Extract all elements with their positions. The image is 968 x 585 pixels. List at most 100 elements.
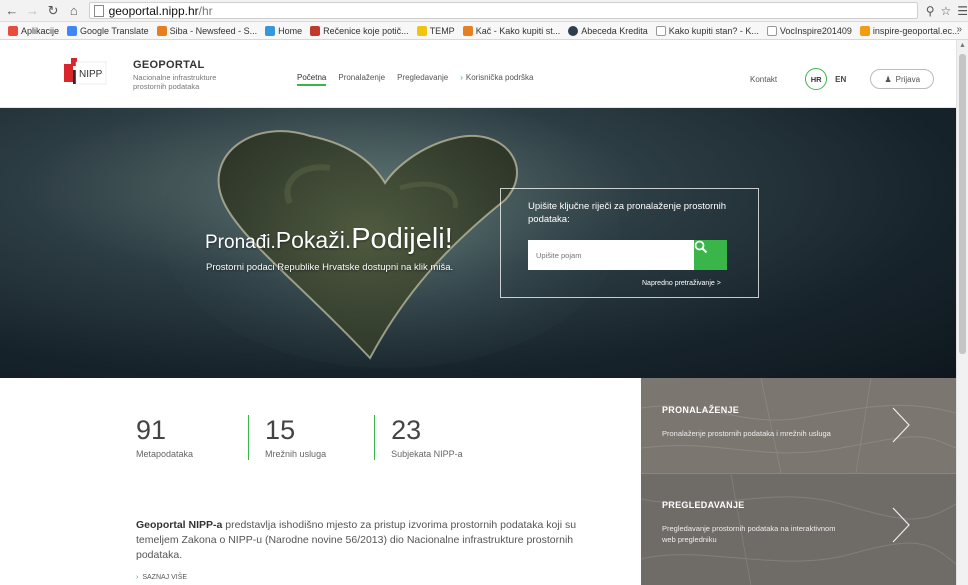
home-icon[interactable]: ⌂ xyxy=(65,2,83,20)
scroll-thumb[interactable] xyxy=(959,54,966,354)
bookmark-item[interactable]: Abeceda Kredita xyxy=(568,25,648,36)
panel-pronalazenje[interactable]: PRONALAŽENJE Pronalaženje prostornih pod… xyxy=(641,378,956,473)
url-host: geoportal.nipp.hr xyxy=(108,3,199,18)
kontakt-link[interactable]: Kontakt xyxy=(750,75,777,84)
feature-panels: PRONALAŽENJE Pronalaženje prostornih pod… xyxy=(641,378,956,585)
hero-title-word1: Pronađi. xyxy=(205,232,276,253)
hero-subtitle: Prostorni podaci Republike Hrvatske dost… xyxy=(206,262,454,273)
page-icon xyxy=(655,25,666,36)
zoom-icon[interactable]: ⚲ xyxy=(926,4,935,18)
bookmark-label: Kako kupiti stan? - K... xyxy=(668,25,759,36)
r-icon xyxy=(310,25,321,36)
nipp-logo[interactable]: NIPP xyxy=(64,56,108,92)
stat-metapodataka: 91 Metapodataka xyxy=(136,415,250,460)
folder-icon xyxy=(416,25,427,36)
scrollbar[interactable]: ▲ xyxy=(956,40,968,585)
more-bookmarks-icon[interactable]: » xyxy=(956,24,962,35)
lang-en-button[interactable]: EN xyxy=(835,75,846,84)
heart-island-image xyxy=(160,108,620,368)
bookmark-item[interactable]: Home xyxy=(265,25,303,36)
stat-label: Metapodataka xyxy=(136,449,194,459)
back-icon[interactable]: ← xyxy=(3,2,21,20)
bookmark-item[interactable]: Rečenice koje potič... xyxy=(310,25,409,36)
login-label: Prijava xyxy=(895,74,921,84)
brand-title: GEOPORTAL xyxy=(133,59,205,71)
panel-text: Pregledavanje prostornih podataka na int… xyxy=(662,524,836,544)
home-bookmark-icon xyxy=(265,25,276,36)
hero-title: Pronađi.Pokaži.Podijeli! xyxy=(205,223,453,256)
hero-title-word3: Podijeli! xyxy=(351,223,453,255)
nav-korisnicka-podrska[interactable]: › Korisnička podrška xyxy=(460,73,533,86)
bookmark-label: Kač - Kako kupiti st... xyxy=(475,25,561,36)
abeceda-icon xyxy=(568,25,579,36)
read-more-label: SAZNAJ VIŠE xyxy=(142,574,188,581)
chevron-right-icon: › xyxy=(136,574,139,581)
page-icon xyxy=(93,4,104,17)
forward-icon[interactable]: → xyxy=(24,2,42,20)
star-icon[interactable]: ☆ xyxy=(940,4,951,18)
bookmark-label: Abeceda Kredita xyxy=(581,25,648,36)
nav-pocetna[interactable]: Početna xyxy=(297,73,327,86)
chevron-right-icon: › xyxy=(460,73,463,82)
translate-icon xyxy=(67,25,78,36)
bookmark-item[interactable]: Google Translate xyxy=(67,25,149,36)
user-icon: ♟ xyxy=(884,74,892,84)
page-icon xyxy=(766,25,777,36)
svg-text:NIPP: NIPP xyxy=(79,69,103,80)
stat-label: Subjekata NIPP-a xyxy=(391,449,463,459)
chevron-right-icon xyxy=(892,407,910,443)
login-button[interactable]: ♟ Prijava xyxy=(870,69,935,89)
panel-title: PRONALAŽENJE xyxy=(662,405,740,415)
bookmark-label: VocInspire201409 xyxy=(779,25,852,36)
chevron-right-icon xyxy=(892,507,910,543)
read-more-link[interactable]: › SAZNAJ VIŠE xyxy=(136,574,187,581)
apps-icon xyxy=(8,25,18,36)
bookmark-label: inspire-geoportal.ec... xyxy=(872,25,960,36)
brand-subtitle: Nacionalne infrastrukture prostornih pod… xyxy=(133,73,217,91)
search-input[interactable] xyxy=(528,240,694,270)
intro-bold: Geoportal NIPP-a xyxy=(136,519,223,531)
scroll-up-icon[interactable]: ▲ xyxy=(959,42,966,49)
bookmark-item[interactable]: inspire-geoportal.ec... xyxy=(859,25,960,36)
browser-toolbar: ← → ↻ ⌂ geoportal.nipp.hr/hr ⚲ ☆ ☰ xyxy=(0,0,968,22)
bookmark-label: Google Translate xyxy=(80,25,149,36)
bookmark-item[interactable]: Siba - Newsfeed - S... xyxy=(156,25,258,36)
lang-hr-button[interactable]: HR xyxy=(805,68,828,90)
bookmark-item[interactable]: TEMP xyxy=(416,25,455,36)
main-nav: Početna Pronalaženje Pregledavanje › Kori… xyxy=(297,73,533,86)
nav-pronalazenje[interactable]: Pronalaženje xyxy=(338,73,385,86)
bookmark-item[interactable]: VocInspire201409 xyxy=(766,25,852,36)
bookmark-item[interactable]: Kač - Kako kupiti st... xyxy=(462,25,561,36)
address-bar[interactable]: geoportal.nipp.hr/hr xyxy=(88,2,918,19)
panel-text: Pronalaženje prostornih podataka i mrežn… xyxy=(662,429,831,438)
search-label: Upišite ključne riječi za pronalaženje p… xyxy=(528,201,727,225)
bookmark-label: Aplikacije xyxy=(21,25,60,36)
stat-label: Mrežnih usluga xyxy=(265,449,327,459)
bookmark-label: Home xyxy=(278,25,303,36)
stat-mreznih-usluga: 15 Mrežnih usluga xyxy=(265,415,376,460)
stats: 91 Metapodataka 15 Mrežnih usluga 23 Sub… xyxy=(136,415,509,460)
nav-pregledavanje[interactable]: Pregledavanje xyxy=(397,73,448,86)
bookmark-label: Rečenice koje potič... xyxy=(323,25,409,36)
bookmark-label: Siba - Newsfeed - S... xyxy=(169,25,258,36)
stat-value: 15 xyxy=(265,415,296,445)
reload-icon[interactable]: ↻ xyxy=(44,2,62,20)
stat-value: 23 xyxy=(391,415,422,445)
panel-pregledavanje[interactable]: PREGLEDAVANJE Pregledavanje prostornih p… xyxy=(641,473,956,585)
hero-banner: Pronađi.Pokaži.Podijeli! Prostorni podac… xyxy=(0,108,956,378)
inspire-icon xyxy=(859,25,870,36)
hero-title-word2: Pokaži. xyxy=(275,227,352,253)
search-icon xyxy=(694,240,708,254)
site-header: NIPP GEOPORTAL Nacionalne infrastrukture… xyxy=(0,40,956,108)
grid-icon xyxy=(462,25,473,36)
brand: GEOPORTAL Nacionalne infrastrukture pros… xyxy=(133,59,245,91)
newsfeed-icon xyxy=(156,25,167,36)
intro-text: Geoportal NIPP-a predstavlja ishodišno m… xyxy=(136,518,606,563)
menu-icon[interactable]: ☰ xyxy=(957,4,968,18)
search-button[interactable] xyxy=(694,240,727,270)
bookmarks-bar: Aplikacije Google Translate Siba - Newsf… xyxy=(0,22,968,40)
bookmark-item[interactable]: Aplikacije xyxy=(8,25,60,36)
advanced-search-link[interactable]: Napredno pretraživanje > xyxy=(642,280,721,287)
bookmark-item[interactable]: Kako kupiti stan? - K... xyxy=(655,25,759,36)
stat-value: 91 xyxy=(136,415,167,445)
